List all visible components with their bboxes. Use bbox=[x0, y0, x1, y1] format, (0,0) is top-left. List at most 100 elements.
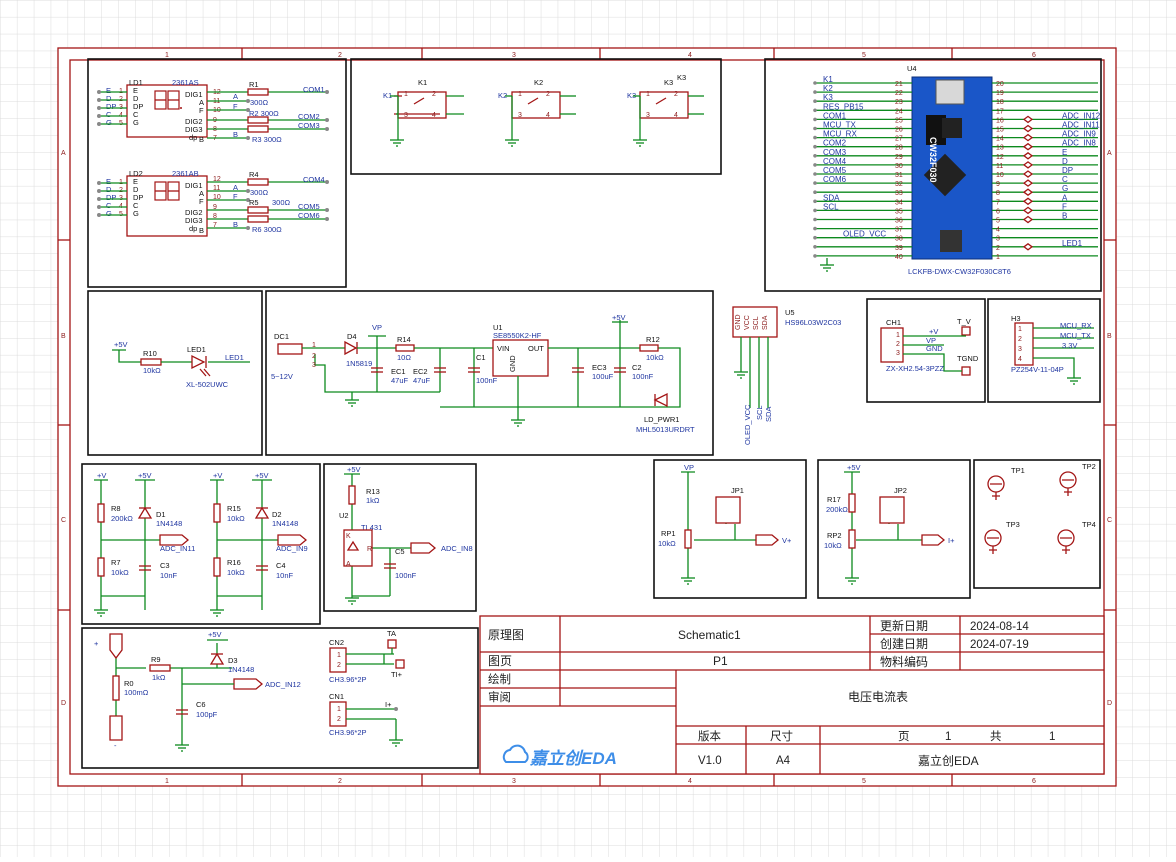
svg-text:V+: V+ bbox=[782, 536, 792, 545]
svg-text:PZ254V-11-04P: PZ254V-11-04P bbox=[1011, 365, 1064, 374]
svg-text:2: 2 bbox=[432, 91, 436, 98]
svg-text:SE8550K2-HF: SE8550K2-HF bbox=[493, 331, 542, 340]
svg-text:+5V: +5V bbox=[255, 471, 269, 480]
svg-text:LD_PWR1: LD_PWR1 bbox=[644, 415, 679, 424]
svg-text:F: F bbox=[199, 197, 204, 206]
svg-text:RP2: RP2 bbox=[827, 531, 842, 540]
svg-text:10kΩ: 10kΩ bbox=[227, 568, 245, 577]
svg-text:I+: I+ bbox=[385, 700, 392, 709]
mcu-net-label: ADC_IN8 bbox=[1062, 139, 1096, 148]
mcu-pin-num: 9 bbox=[996, 181, 1000, 188]
svg-text:1: 1 bbox=[1049, 731, 1055, 743]
mcu-pin-num: 26 bbox=[895, 127, 903, 134]
svg-text:+5V: +5V bbox=[847, 463, 861, 472]
svg-text:1N4148: 1N4148 bbox=[156, 519, 182, 528]
svg-text:H3: H3 bbox=[1011, 314, 1021, 323]
svg-text:1: 1 bbox=[165, 778, 169, 785]
svg-text:COM6: COM6 bbox=[298, 211, 320, 220]
svg-text:+5V: +5V bbox=[208, 630, 222, 639]
svg-text:10kΩ: 10kΩ bbox=[646, 353, 664, 362]
svg-text:dp: dp bbox=[189, 133, 197, 142]
mcu-net-label: ADC_IN12 bbox=[1062, 111, 1101, 120]
mcu-net-label: DP bbox=[1062, 166, 1073, 175]
svg-text:G: G bbox=[106, 118, 112, 127]
svg-text:OUT: OUT bbox=[528, 344, 544, 353]
svg-text:6: 6 bbox=[1032, 52, 1036, 59]
svg-text:ADC_IN8: ADC_IN8 bbox=[441, 544, 473, 553]
svg-text:A: A bbox=[233, 92, 238, 101]
svg-text:更新日期: 更新日期 bbox=[880, 618, 928, 633]
svg-text:JP1: JP1 bbox=[731, 486, 744, 495]
svg-text:10kΩ: 10kΩ bbox=[111, 568, 129, 577]
svg-text:R6 300Ω: R6 300Ω bbox=[252, 225, 282, 234]
svg-text:1: 1 bbox=[404, 91, 408, 98]
svg-text:3: 3 bbox=[646, 112, 650, 119]
svg-text:200kΩ: 200kΩ bbox=[111, 514, 133, 523]
svg-text:图页: 图页 bbox=[488, 654, 512, 668]
svg-text:2: 2 bbox=[1018, 336, 1022, 343]
mcu-net-label: COM4 bbox=[823, 157, 847, 166]
mcu-pin-num: 17 bbox=[996, 108, 1004, 115]
mcu-pin-num: 33 bbox=[895, 190, 903, 197]
svg-text:B: B bbox=[199, 226, 204, 235]
svg-text:K3: K3 bbox=[664, 78, 673, 87]
svg-text:TGND: TGND bbox=[957, 354, 979, 363]
mcu-pin-num: 37 bbox=[895, 227, 903, 234]
mcu-net-label: COM3 bbox=[823, 148, 847, 157]
svg-text:1: 1 bbox=[1018, 326, 1022, 333]
svg-text:10kΩ: 10kΩ bbox=[143, 366, 161, 375]
svg-text:U2: U2 bbox=[339, 511, 349, 520]
svg-text:300Ω: 300Ω bbox=[250, 188, 269, 197]
svg-text:1kΩ: 1kΩ bbox=[152, 673, 166, 682]
mcu-net-label: A bbox=[1062, 193, 1068, 202]
svg-text:+: + bbox=[94, 639, 99, 648]
svg-text:TA: TA bbox=[387, 629, 396, 638]
mcu-pin-num: 27 bbox=[895, 136, 903, 143]
mcu-net-label: ADC_IN9 bbox=[1062, 130, 1096, 139]
svg-text:JP2: JP2 bbox=[894, 486, 907, 495]
svg-text:TI+: TI+ bbox=[391, 670, 403, 679]
mcu-net-label: RES_PB15 bbox=[823, 102, 864, 111]
svg-text:+V: +V bbox=[97, 471, 106, 480]
svg-text:MCU_RX: MCU_RX bbox=[1060, 321, 1092, 330]
svg-text:D: D bbox=[61, 700, 66, 707]
svg-text:TP1: TP1 bbox=[1011, 466, 1025, 475]
mcu-pin-num: 2 bbox=[996, 245, 1000, 252]
svg-text:+5V: +5V bbox=[347, 465, 361, 474]
title-block: 原理图 Schematic1 图页 P1 绘制 审阅 更新日期 2024-08-… bbox=[479, 615, 1105, 775]
svg-text:CH3.96*2P: CH3.96*2P bbox=[329, 675, 367, 684]
svg-text:R1: R1 bbox=[249, 80, 259, 89]
svg-text:D: D bbox=[1107, 700, 1112, 707]
svg-text:+5V: +5V bbox=[612, 313, 626, 322]
svg-text:GND: GND bbox=[508, 355, 517, 372]
schematic-canvas[interactable]: 12 34 56 12 34 56 AB CD AB CD LD1 2361AS bbox=[0, 0, 1176, 857]
mcu-net-label: K2 bbox=[823, 84, 833, 93]
svg-text:D1: D1 bbox=[156, 510, 166, 519]
svg-text:U5: U5 bbox=[785, 308, 795, 317]
svg-text:CN1: CN1 bbox=[329, 692, 344, 701]
svg-text:原理图: 原理图 bbox=[488, 628, 524, 642]
svg-text:T_V: T_V bbox=[957, 317, 971, 326]
svg-text:100mΩ: 100mΩ bbox=[124, 688, 149, 697]
svg-text:2: 2 bbox=[337, 662, 341, 669]
svg-text:100pF: 100pF bbox=[196, 710, 218, 719]
svg-text:A: A bbox=[346, 561, 351, 568]
svg-text:A: A bbox=[233, 183, 238, 192]
svg-text:2: 2 bbox=[674, 91, 678, 98]
mcu-net-label: SCL bbox=[823, 202, 839, 211]
svg-text:RP1: RP1 bbox=[661, 529, 676, 538]
svg-text:47uF: 47uF bbox=[391, 376, 409, 385]
mcu-net-label: SDA bbox=[823, 193, 840, 202]
svg-text:ADC_IN12: ADC_IN12 bbox=[265, 680, 301, 689]
svg-text:HS96L03W2C03: HS96L03W2C03 bbox=[785, 318, 841, 327]
svg-text:2: 2 bbox=[338, 52, 342, 59]
svg-text:3: 3 bbox=[896, 350, 900, 357]
svg-text:F: F bbox=[233, 102, 238, 111]
mcu-net-label: MCU_RX bbox=[823, 130, 857, 139]
mcu-net-label: COM1 bbox=[823, 111, 847, 120]
svg-text:10nF: 10nF bbox=[276, 571, 294, 580]
svg-text:2: 2 bbox=[896, 341, 900, 348]
svg-text:R4: R4 bbox=[249, 170, 259, 179]
svg-text:R8: R8 bbox=[111, 504, 121, 513]
mcu-pin-num: 31 bbox=[895, 172, 903, 179]
